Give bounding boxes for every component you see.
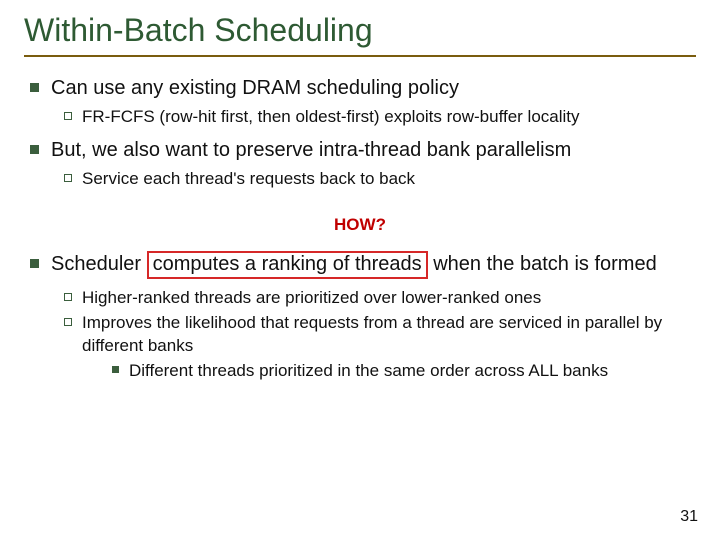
bullet-text: Different threads prioritized in the sam… [129, 360, 696, 383]
bullet-text: Scheduler computes a ranking of threads … [51, 251, 696, 279]
square-bullet-icon [30, 259, 39, 268]
bullet-text: FR-FCFS (row-hit first, then oldest-firs… [82, 106, 696, 129]
slide-title: Within-Batch Scheduling [24, 12, 696, 57]
square-bullet-icon [112, 366, 119, 373]
slide: Within-Batch Scheduling Can use any exis… [0, 0, 720, 540]
bullet-level1: Scheduler computes a ranking of threads … [30, 251, 696, 279]
highlight-box: computes a ranking of threads [147, 251, 428, 279]
bullet-level3: Different threads prioritized in the sam… [112, 360, 696, 383]
hollow-square-bullet-icon [64, 174, 72, 182]
text-post: when the batch is formed [428, 253, 657, 275]
page-number: 31 [680, 508, 698, 526]
bullet-level1: But, we also want to preserve intra-thre… [30, 137, 696, 164]
bullet-level2: Improves the likelihood that requests fr… [64, 312, 696, 358]
square-bullet-icon [30, 145, 39, 154]
bullet-text: Higher-ranked threads are prioritized ov… [82, 287, 696, 310]
bullet-text: But, we also want to preserve intra-thre… [51, 137, 696, 164]
bullet-text: Improves the likelihood that requests fr… [82, 312, 696, 358]
bullet-text: Service each thread's requests back to b… [82, 168, 696, 191]
how-label: HOW? [24, 215, 696, 235]
hollow-square-bullet-icon [64, 318, 72, 326]
bullet-level2: Higher-ranked threads are prioritized ov… [64, 287, 696, 310]
bullet-level2: FR-FCFS (row-hit first, then oldest-firs… [64, 106, 696, 129]
hollow-square-bullet-icon [64, 112, 72, 120]
bullet-level1: Can use any existing DRAM scheduling pol… [30, 75, 696, 102]
hollow-square-bullet-icon [64, 293, 72, 301]
text-pre: Scheduler [51, 253, 147, 275]
bullet-text: Can use any existing DRAM scheduling pol… [51, 75, 696, 102]
bullet-level2: Service each thread's requests back to b… [64, 168, 696, 191]
square-bullet-icon [30, 83, 39, 92]
